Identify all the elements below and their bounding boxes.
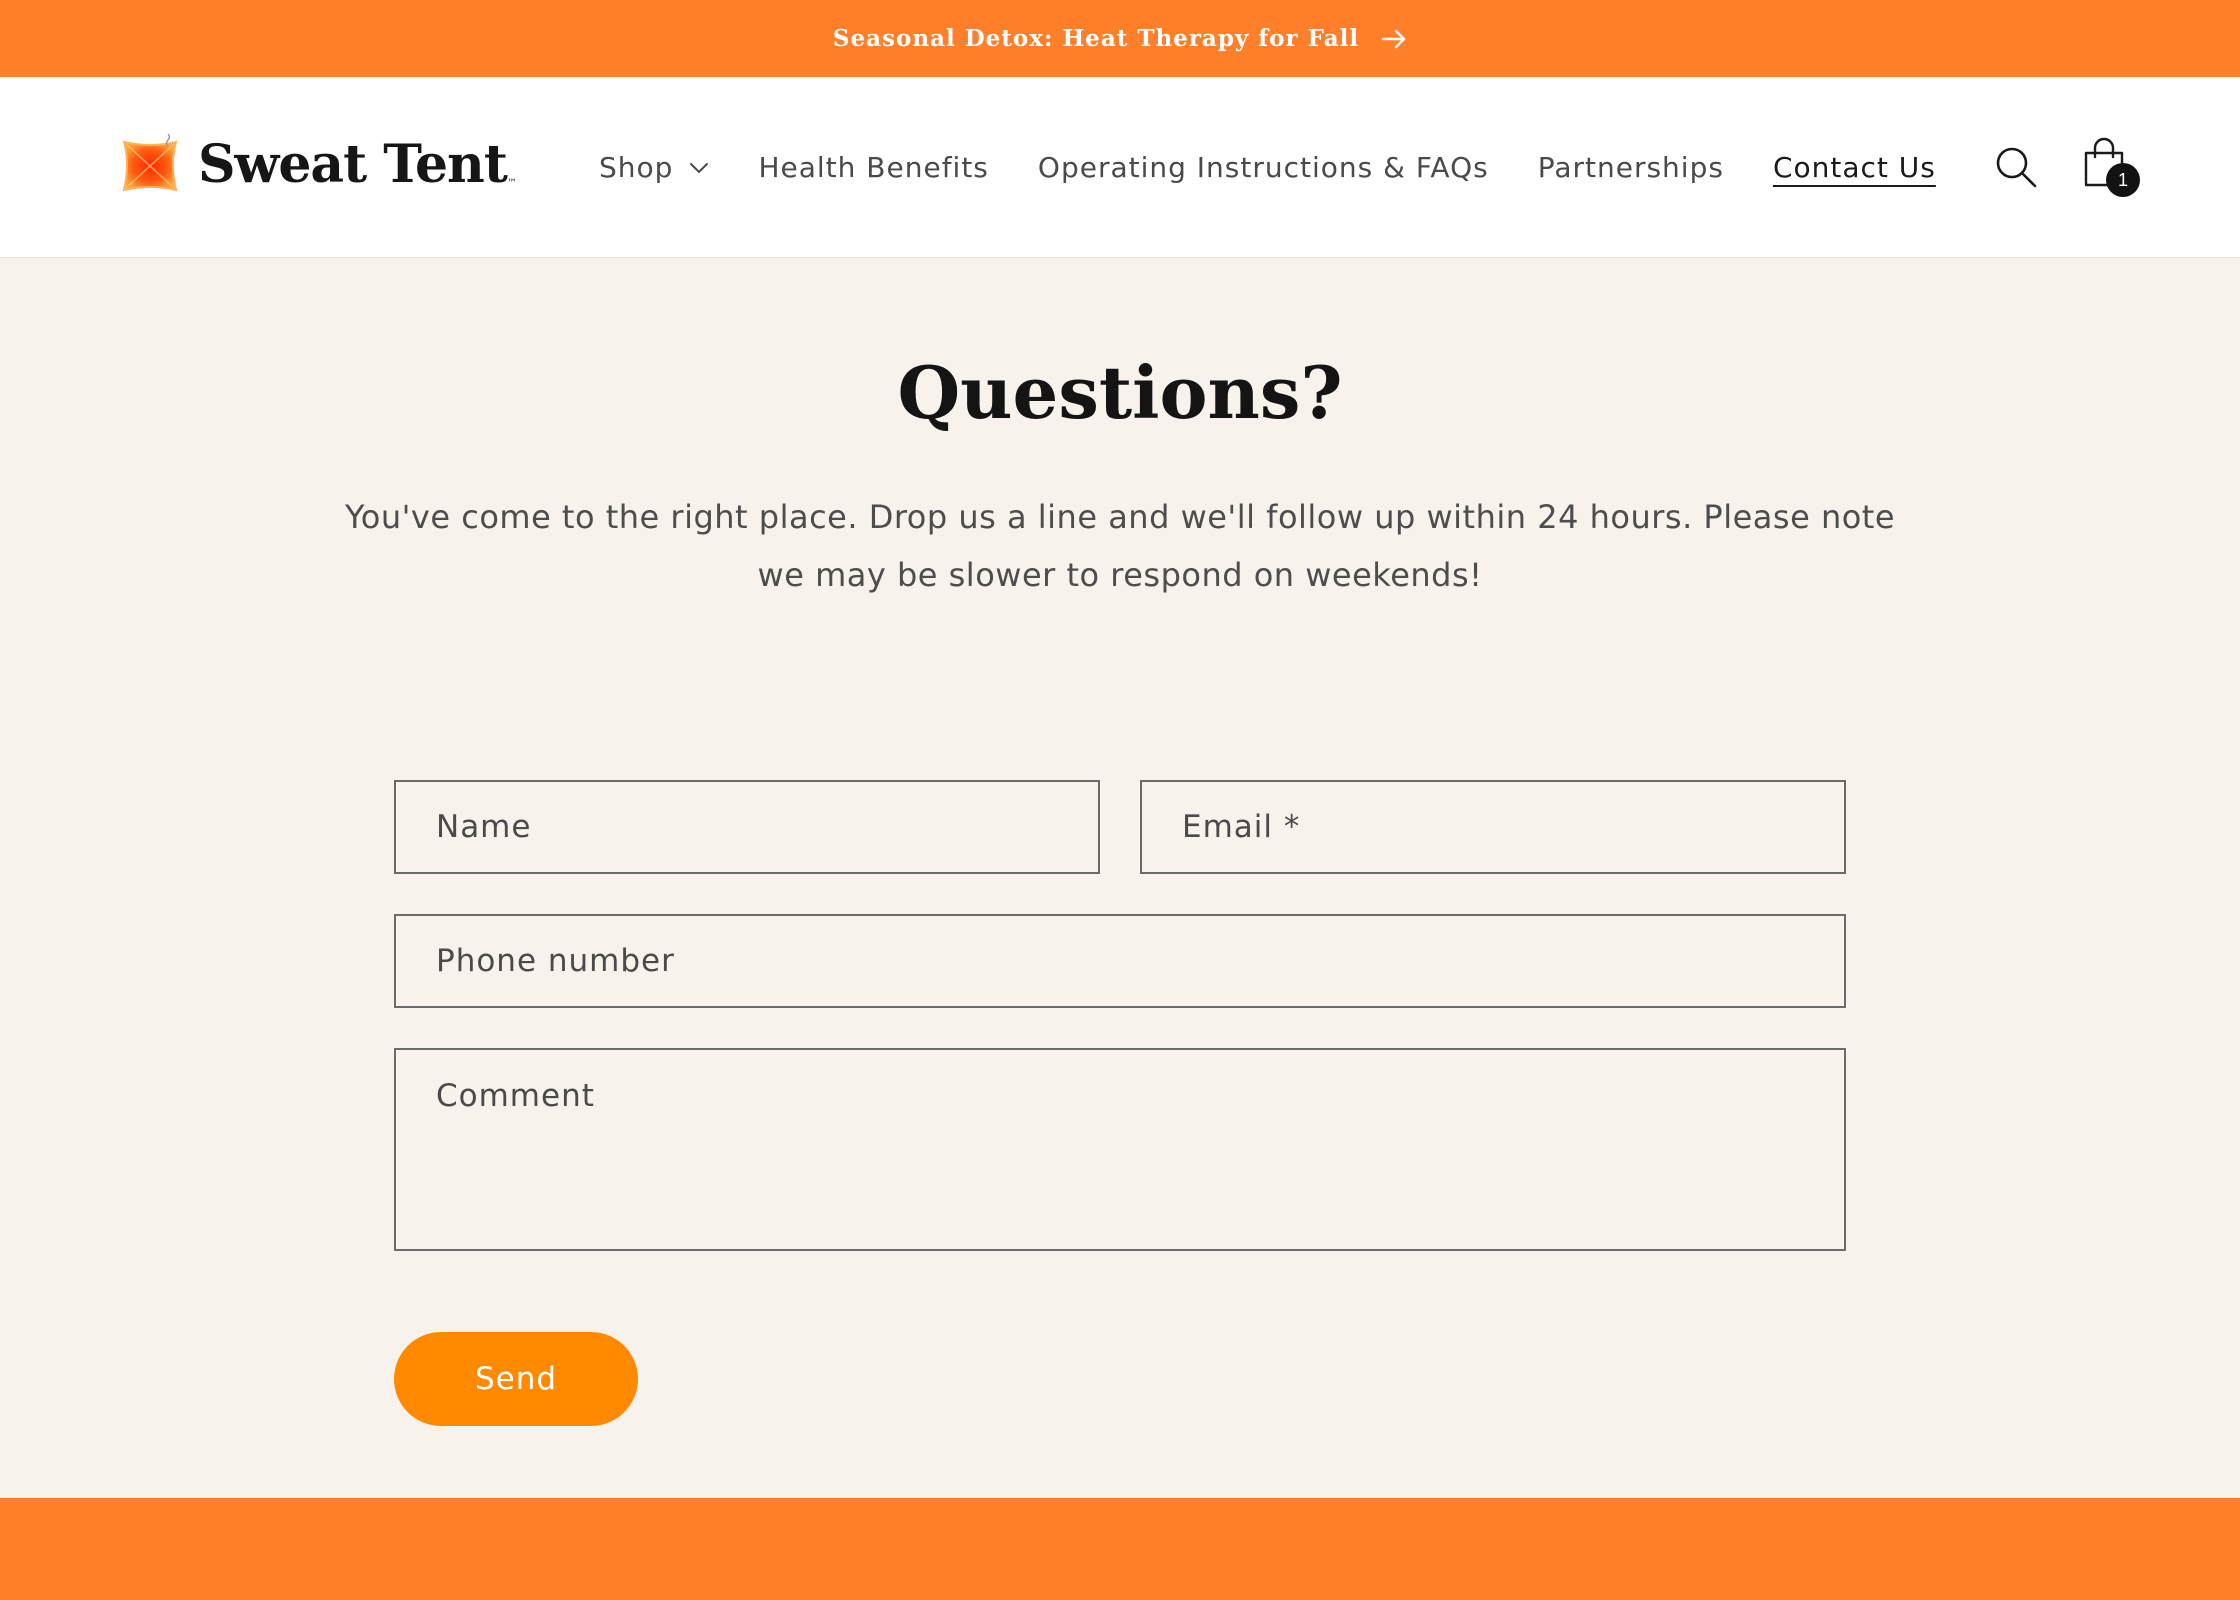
- nav-item-label: Shop: [599, 151, 674, 184]
- nav-item-shop[interactable]: Shop: [599, 151, 709, 184]
- announcement-text[interactable]: Seasonal Detox: Heat Therapy for Fall: [833, 25, 1359, 52]
- nav-item-contact-us[interactable]: Contact Us: [1773, 151, 1936, 184]
- email-input[interactable]: [1140, 780, 1846, 874]
- site-header: Sweat Tent ™ Shop Health Benefits Operat…: [0, 77, 2240, 258]
- announcement-bar[interactable]: Seasonal Detox: Heat Therapy for Fall: [0, 0, 2240, 77]
- page-title: Questions?: [897, 350, 1343, 435]
- logo-mark-icon: [122, 133, 178, 192]
- chevron-down-icon: [690, 162, 709, 173]
- main-nav: Shop Health Benefits Operating Instructi…: [599, 77, 1985, 258]
- logo[interactable]: Sweat Tent ™: [116, 119, 517, 209]
- search-button[interactable]: [1994, 145, 2038, 189]
- name-input[interactable]: [394, 780, 1100, 874]
- logo-text: Sweat Tent: [198, 133, 508, 195]
- search-icon: [1996, 147, 2037, 188]
- cart-count-badge: 1: [2106, 163, 2140, 197]
- nav-item-partnerships[interactable]: Partnerships: [1538, 151, 1724, 184]
- nav-item-operating-instructions[interactable]: Operating Instructions & FAQs: [1038, 151, 1489, 184]
- cart-button[interactable]: 1: [2082, 137, 2140, 197]
- nav-item-health-benefits[interactable]: Health Benefits: [758, 151, 988, 184]
- contact-section: Questions? You've come to the right plac…: [0, 258, 2240, 1498]
- intro-text: You've come to the right place. Drop us …: [344, 498, 1896, 594]
- phone-input[interactable]: [394, 914, 1846, 1008]
- footer-band: [0, 1498, 2240, 1600]
- comment-textarea[interactable]: [394, 1048, 1846, 1251]
- send-button[interactable]: Send: [394, 1332, 638, 1426]
- arrow-right-icon: [1381, 29, 1406, 48]
- logo-trademark: ™: [506, 178, 517, 189]
